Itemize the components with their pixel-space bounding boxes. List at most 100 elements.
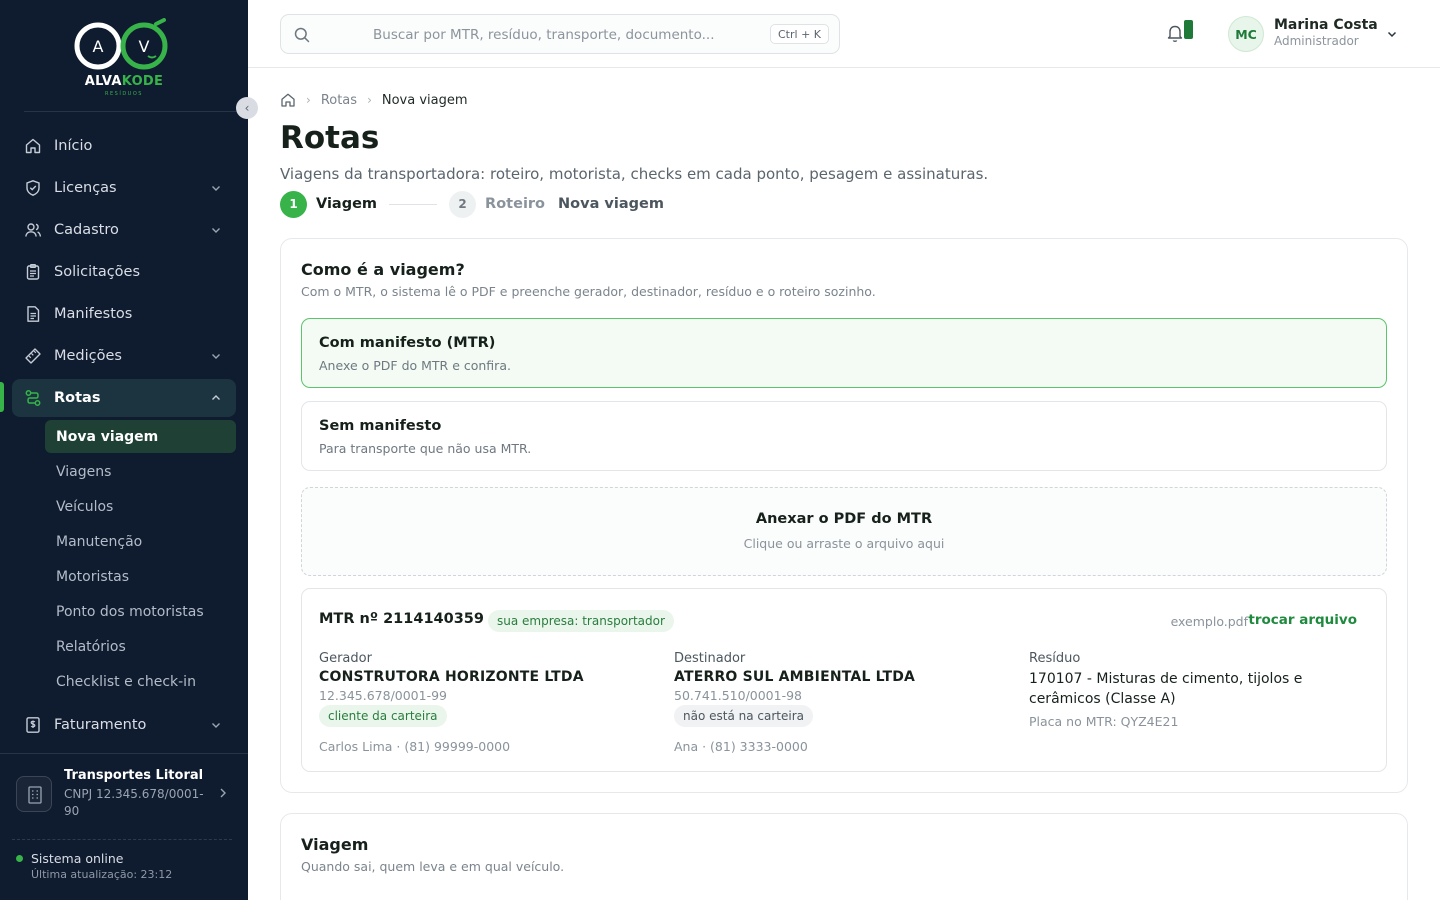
destination-name: ATERRO SUL AMBIENTAL LTDA [674, 669, 916, 685]
svg-text:A: A [93, 37, 104, 56]
user-name[interactable]: Marina Costa [1274, 17, 1378, 33]
chevron-down-icon [212, 723, 220, 728]
swap-file-button[interactable]: trocar arquivo [1248, 612, 1357, 628]
mtr-upload-dropzone[interactable]: Anexar o PDF do MTR Clique ou arraste o … [301, 487, 1387, 576]
sidebar-subitem-ponto-motoristas[interactable]: Ponto dos motoristas [45, 595, 236, 628]
stepper: 1 Viagem 2 Roteiro Nova viagem [280, 190, 664, 218]
mtr-summary: MTR nº 2114140359 sua empresa: transport… [301, 588, 1387, 772]
search-box[interactable]: Ctrl + K [280, 14, 840, 54]
mtr-plate: Placa no MTR: QYZ4E21 [1029, 714, 1179, 729]
option-with-mtr[interactable]: Com manifesto (MTR) Anexe o PDF do MTR e… [301, 318, 1387, 388]
sidebar-subitem-relatorios[interactable]: Relatórios [45, 630, 236, 663]
file-name: exemplo.pdf [1170, 614, 1248, 629]
sidebar-divider [24, 111, 238, 112]
page-title: Rotas [280, 120, 380, 156]
bell-icon[interactable] [1166, 22, 1184, 44]
breadcrumb-separator: › [306, 93, 311, 107]
active-indicator [0, 382, 4, 412]
chevron-down-icon [212, 186, 220, 191]
sidebar: A V ALVAKODE RESÍDUOS Início Licenças Ca… [0, 0, 248, 900]
search-icon [294, 27, 310, 43]
shield-icon [26, 180, 40, 196]
notification-badge [1184, 20, 1193, 39]
card-title: Viagem [301, 835, 369, 854]
sidebar-subitem-viagens[interactable]: Viagens [45, 455, 236, 488]
sidebar-subitem-nova-viagem[interactable]: Nova viagem [45, 420, 236, 453]
home-icon [25, 138, 41, 154]
card-subtitle: Com o MTR, o sistema lê o PDF e preenche… [301, 284, 876, 299]
option-description: Para transporte que não usa MTR. [319, 441, 532, 456]
field-label: Resíduo [1029, 651, 1081, 666]
sidebar-item-manifestos[interactable]: Manifestos [12, 295, 236, 333]
chevron-left-icon: ‹ [244, 101, 250, 115]
search-input[interactable] [373, 24, 753, 46]
sidebar-item-cadastro[interactable]: Cadastro [12, 211, 236, 249]
destination-cnpj: 50.741.510/0001-98 [674, 688, 803, 703]
option-title: Sem manifesto [319, 418, 442, 434]
brand-name: ALVAKODE [84, 74, 164, 89]
upload-title: Anexar o PDF do MTR [755, 511, 933, 527]
generator-cnpj: 12.345.678/0001-99 [319, 688, 448, 703]
sidebar-subitem-motoristas[interactable]: Motoristas [45, 560, 236, 593]
generator-contact: Carlos Lima · (81) 99999-0000 [319, 739, 511, 754]
sidebar-subitem-checklist[interactable]: Checklist e check-in [45, 665, 236, 698]
breadcrumb-current: Nova viagem [381, 92, 468, 108]
step-number[interactable]: 1 [280, 190, 307, 218]
mtr-number: MTR nº 2114140359 [319, 611, 484, 627]
field-label: Destinador [674, 651, 746, 666]
topbar: Ctrl + K MC Marina Costa Administrador [248, 0, 1440, 68]
option-without-mtr[interactable]: Sem manifesto Para transporte que não us… [301, 401, 1387, 471]
destination-column: Destinador ATERRO SUL AMBIENTAL LTDA 50.… [674, 651, 1004, 754]
trip-card: Viagem Quando sai, quem leva e em qual v… [280, 813, 1408, 900]
trip-type-card: Como é a viagem? Com o MTR, o sistema lê… [280, 238, 1408, 793]
user-role: Administrador [1274, 34, 1359, 48]
generator-column: Gerador CONSTRUTORA HORIZONTE LTDA 12.34… [319, 651, 649, 754]
sidebar-item-label: Manifestos [54, 306, 133, 322]
step-label[interactable]: Roteiro [485, 196, 545, 212]
breadcrumb-link-rotas[interactable]: Rotas [321, 93, 357, 108]
sidebar-item-licencas[interactable]: Licenças [12, 169, 236, 207]
sidebar-subitem-manutencao[interactable]: Manutenção [45, 525, 236, 558]
generator-name: CONSTRUTORA HORIZONTE LTDA [319, 669, 584, 685]
breadcrumb: › Rotas › Nova viagem [280, 92, 468, 108]
chevron-down-icon[interactable] [1386, 28, 1398, 40]
step-number[interactable]: 2 [449, 190, 477, 218]
building-icon [16, 776, 52, 812]
step-connector [389, 203, 438, 205]
avatar[interactable]: MC [1228, 16, 1264, 52]
card-subtitle: Quando sai, quem leva e em qual veículo. [301, 859, 565, 874]
step-context-label: Nova viagem [558, 196, 664, 212]
company-cnpj: CNPJ 12.345.678/0001-90 [64, 787, 204, 818]
clipboard-icon [26, 264, 40, 280]
sidebar-item-inicio[interactable]: Início [12, 127, 236, 165]
chevron-up-icon [212, 395, 220, 400]
sidebar-divider [0, 753, 248, 754]
home-icon[interactable] [280, 92, 296, 108]
company-switcher[interactable]: Transportes Litoral CNPJ 12.345.678/0001… [16, 765, 236, 821]
breadcrumb-separator: › [367, 93, 372, 107]
field-label: Gerador [319, 651, 372, 666]
upload-hint: Clique ou arraste o arquivo aqui [743, 536, 945, 551]
step-label[interactable]: Viagem [316, 196, 377, 212]
option-title: Com manifesto (MTR) [319, 335, 496, 351]
sidebar-item-label: Cadastro [54, 222, 119, 238]
portfolio-status-badge: cliente da carteira [319, 705, 447, 727]
sidebar-item-solicitacoes[interactable]: Solicitações [12, 253, 236, 291]
portfolio-status-badge: não está na carteira [674, 705, 813, 727]
company-role-badge: sua empresa: transportador [488, 610, 674, 632]
search-shortcut: Ctrl + K [770, 24, 829, 44]
collapse-sidebar-button[interactable]: ‹ [236, 97, 258, 119]
route-icon [25, 390, 41, 406]
sidebar-item-faturamento[interactable]: Faturamento [12, 706, 236, 744]
sidebar-item-medicoes[interactable]: Medições [12, 337, 236, 375]
svg-text:V: V [139, 37, 150, 56]
sidebar-subitem-veiculos[interactable]: Veículos [45, 490, 236, 523]
sidebar-item-label: Início [54, 138, 93, 154]
users-icon [25, 223, 42, 237]
ruler-icon [25, 348, 41, 364]
system-status: Sistema online [31, 851, 124, 866]
sidebar-item-rotas[interactable]: Rotas [12, 379, 236, 417]
sidebar-item-label: Solicitações [54, 264, 141, 280]
last-update: Última atualização: 23:12 [31, 868, 173, 881]
sidebar-item-label: Medições [54, 348, 122, 364]
